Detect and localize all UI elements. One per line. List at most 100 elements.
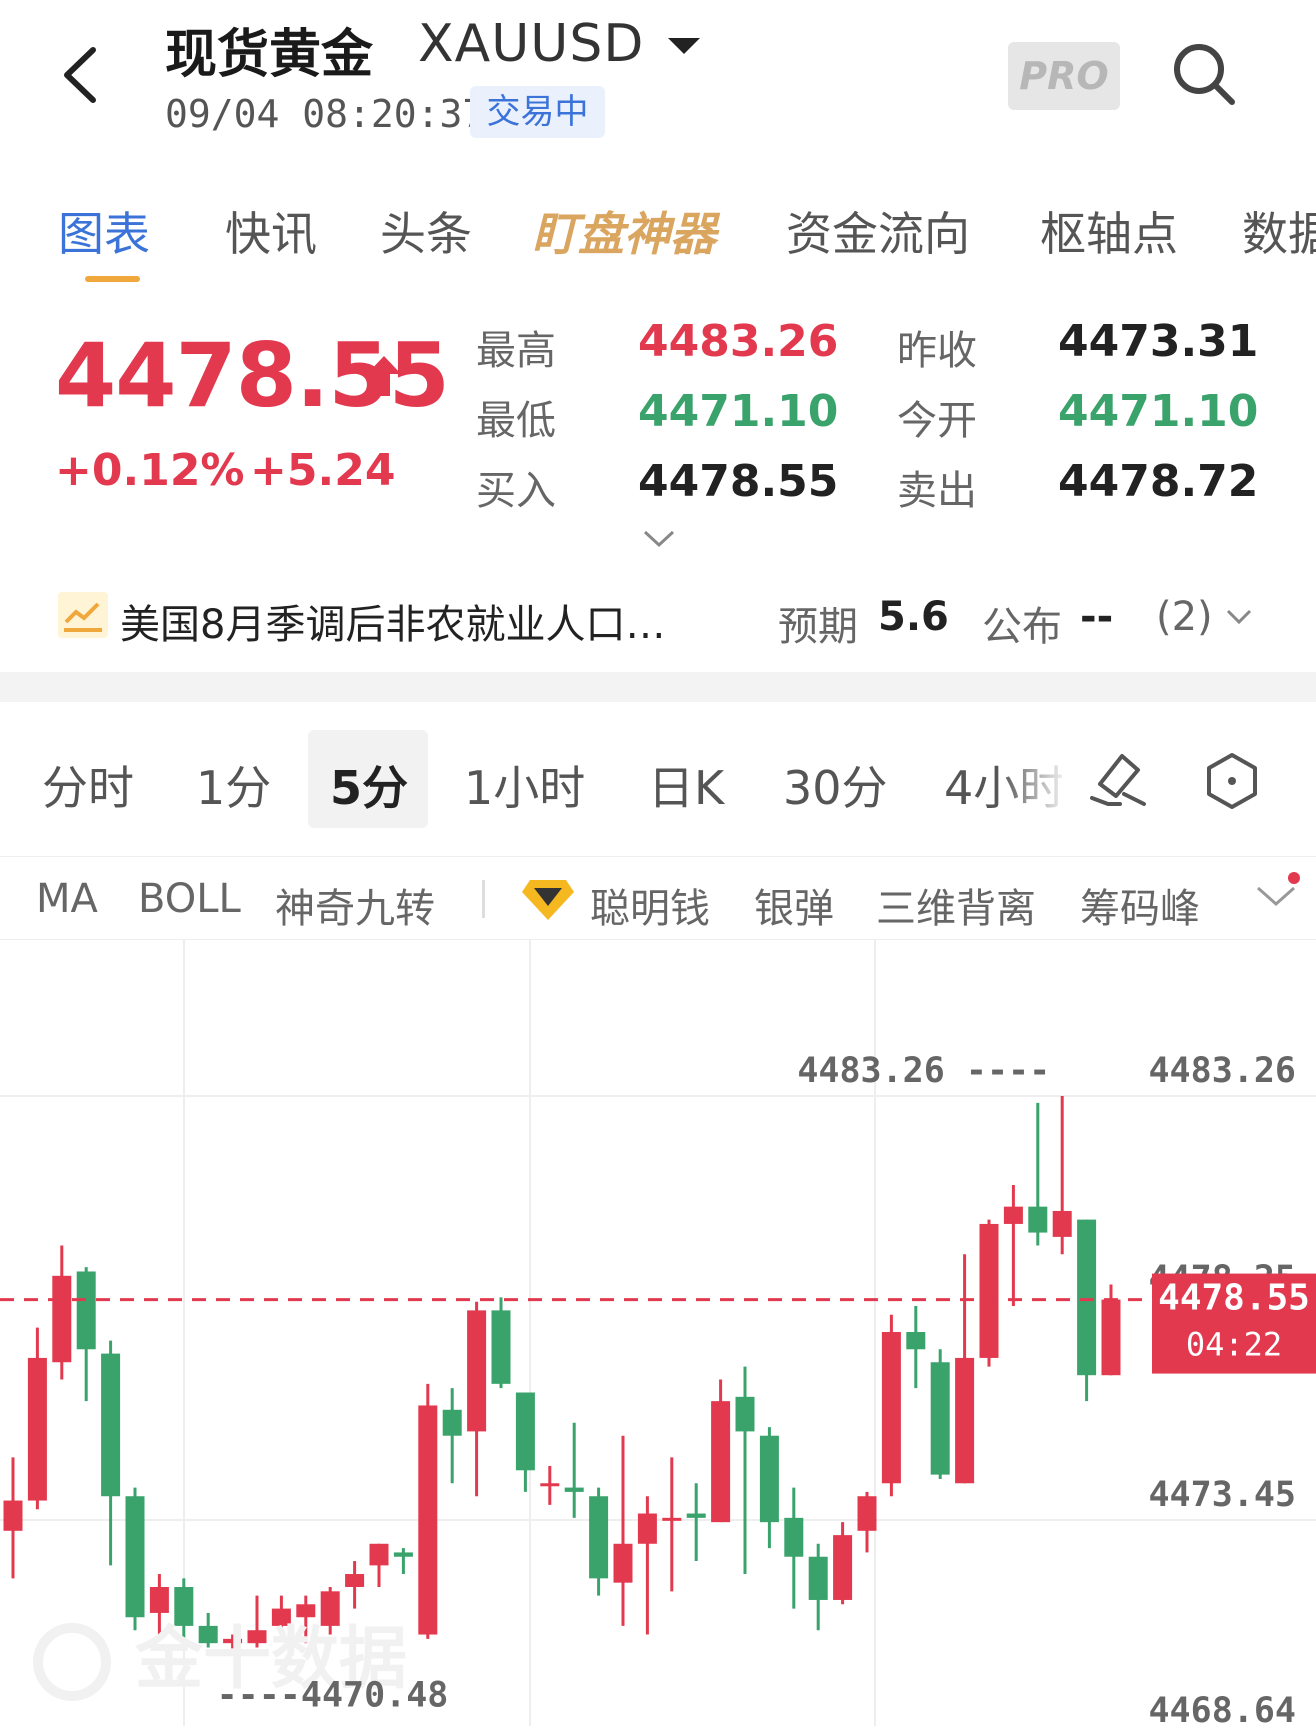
candle-body: [589, 1496, 609, 1579]
candle-body: [1028, 1206, 1048, 1233]
candle-countdown: 04:22: [1186, 1326, 1282, 1364]
candle-body: [686, 1513, 706, 1518]
trading-status-badge: 交易中: [470, 86, 605, 138]
candle-body: [1101, 1299, 1121, 1376]
event-expected-value: 5.6: [878, 594, 949, 640]
candle-body: [637, 1513, 657, 1544]
candle-body: [955, 1357, 975, 1484]
candle-body: [1003, 1206, 1023, 1224]
candle-body: [857, 1496, 877, 1531]
indicator-smart-money[interactable]: 聪明钱: [590, 876, 710, 934]
tab-headlines[interactable]: 头条: [380, 198, 472, 264]
max-price-marker: 4483.26 ----: [797, 1051, 1050, 1091]
min-price-marker: ----4470.48: [217, 1675, 449, 1715]
indicator-separator: [482, 880, 485, 918]
stat-value-open: 4471.10: [1058, 386, 1259, 437]
up-arrow-icon: [365, 352, 403, 400]
stat-value-prev-close: 4473.31: [1058, 316, 1259, 367]
candle-group: [3, 1096, 1121, 1649]
chevron-down-icon[interactable]: [1225, 608, 1253, 626]
tab-news-flash[interactable]: 快讯: [225, 198, 317, 264]
notification-dot: [1288, 872, 1300, 884]
indicator-boll[interactable]: BOLL: [138, 876, 241, 922]
draw-tool-icon[interactable]: [1088, 748, 1148, 810]
candlestick-chart[interactable]: 金十数据4483.26 --------4470.484483.264478.2…: [0, 940, 1316, 1726]
candle-body: [296, 1604, 316, 1618]
candle-body: [149, 1586, 169, 1613]
indicator-ma[interactable]: MA: [36, 876, 98, 922]
change-value: +5.24: [250, 445, 396, 496]
candle-body: [759, 1435, 779, 1523]
instrument-code[interactable]: XAUUSD: [418, 14, 644, 74]
chart-overlays: 金十数据4483.26 --------4470.484483.264478.2…: [0, 1051, 1316, 1726]
candle-body: [491, 1310, 511, 1384]
candle-body: [540, 1483, 560, 1487]
period-tab-1m[interactable]: 1分: [196, 752, 271, 818]
active-tab-indicator: [85, 276, 140, 282]
candle-body: [393, 1552, 413, 1557]
instrument-title: 现货黄金: [165, 25, 374, 85]
candle-body: [515, 1392, 535, 1471]
chevron-down-icon[interactable]: [642, 528, 676, 550]
economic-event-title[interactable]: 美国8月季调后非农就业人口…: [120, 592, 665, 650]
period-tab-30m[interactable]: 30分: [783, 752, 888, 818]
diamond-icon: [520, 874, 576, 924]
candle-body: [808, 1556, 828, 1600]
candle-body: [467, 1310, 487, 1432]
period-tab-5m[interactable]: 5分: [330, 752, 408, 818]
stat-label-open: 今开: [897, 398, 977, 444]
caret-down-icon[interactable]: [668, 38, 700, 54]
tab-pivot[interactable]: 枢轴点: [1040, 198, 1178, 264]
indicator-magic-nine[interactable]: 神奇九转: [275, 876, 435, 934]
event-expected-label: 预期: [778, 604, 858, 650]
back-arrow-icon[interactable]: [55, 40, 105, 110]
candle-body: [833, 1535, 853, 1600]
candle-body: [27, 1357, 47, 1501]
stat-value-high: 4483.26: [638, 316, 839, 367]
tab-data[interactable]: 数据: [1242, 198, 1316, 264]
search-icon[interactable]: [1168, 38, 1240, 110]
change-percent: +0.12%: [55, 445, 245, 496]
period-tab-1h[interactable]: 1小时: [464, 752, 585, 818]
y-axis-label: 4473.45: [1148, 1475, 1296, 1515]
indicator-3d-divergence[interactable]: 三维背离: [876, 876, 1036, 934]
y-axis-label: 4468.64: [1148, 1691, 1296, 1726]
indicator-silver-bullet[interactable]: 银弹: [754, 876, 834, 934]
section-divider: [0, 672, 1316, 702]
quote-timestamp: 09/04 08:20:37: [165, 92, 486, 136]
indicator-chip-peak[interactable]: 筹码峰: [1080, 876, 1200, 934]
candle-body: [345, 1574, 365, 1587]
trend-chart-icon: [58, 592, 108, 638]
header: 现货黄金 XAUUSD 09/04 08:20:37 交易中 PRO: [0, 0, 1316, 160]
candle-body: [442, 1409, 462, 1436]
event-count[interactable]: (2): [1156, 594, 1213, 640]
tab-fund-flow[interactable]: 资金流向: [786, 198, 970, 264]
current-price-label: 4478.55: [1158, 1278, 1310, 1319]
tab-chart[interactable]: 图表: [58, 198, 150, 264]
stat-label-ask: 卖出: [897, 468, 977, 514]
event-publish-value: --: [1080, 594, 1114, 640]
candle-body: [662, 1517, 682, 1521]
stat-label-bid: 买入: [476, 468, 556, 514]
pro-button[interactable]: PRO: [1008, 42, 1120, 110]
period-fade: [1000, 735, 1070, 825]
stat-value-bid: 4478.55: [638, 456, 839, 507]
candle-body: [735, 1396, 755, 1432]
event-publish-label: 公布: [982, 604, 1062, 650]
stat-value-ask: 4478.72: [1058, 456, 1259, 507]
candle-body: [3, 1500, 23, 1531]
candle-body: [52, 1275, 72, 1363]
stat-value-low: 4471.10: [638, 386, 839, 437]
period-tab-daily[interactable]: 日K: [648, 752, 724, 818]
candle-body: [369, 1543, 389, 1566]
tab-market-watch[interactable]: 盯盘神器: [532, 198, 716, 264]
candle-body: [613, 1543, 633, 1583]
stat-label-high: 最高: [476, 328, 556, 374]
candle-body: [101, 1353, 121, 1497]
hexagon-settings-icon[interactable]: [1205, 752, 1259, 810]
candle-body: [564, 1487, 584, 1492]
candle-body: [979, 1223, 999, 1358]
period-tab-time-sharing[interactable]: 分时: [42, 752, 134, 818]
candle-body: [1052, 1210, 1072, 1237]
candle-body: [881, 1331, 901, 1484]
